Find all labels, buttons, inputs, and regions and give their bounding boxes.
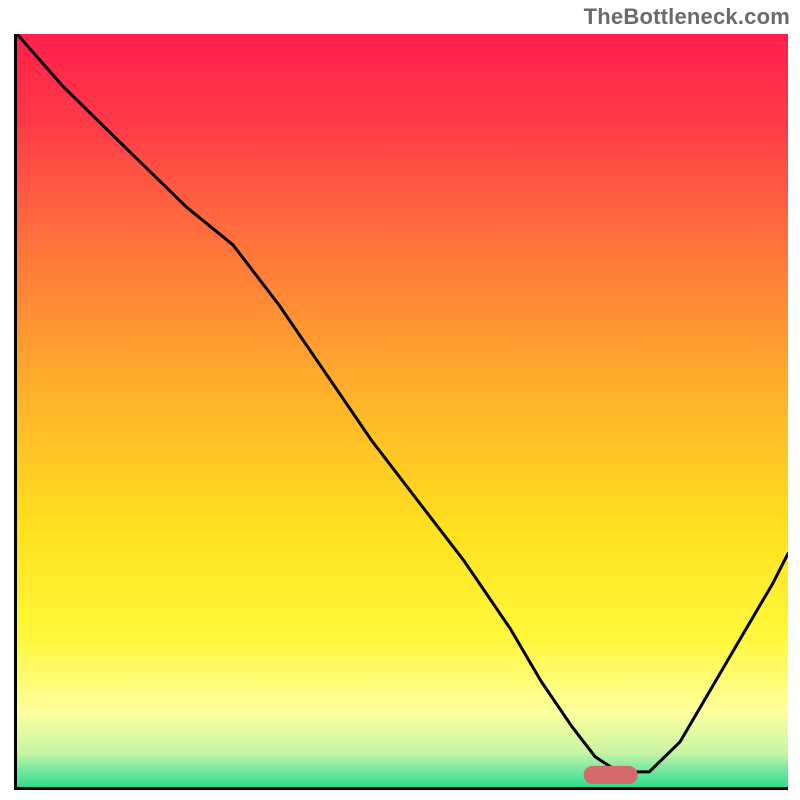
background-rect — [17, 34, 788, 787]
chart-frame: TheBottleneck.com — [0, 0, 800, 800]
optimal-range-marker — [584, 766, 638, 784]
plot-area — [14, 34, 788, 790]
watermark-label: TheBottleneck.com — [584, 4, 790, 30]
chart-svg — [17, 34, 788, 787]
